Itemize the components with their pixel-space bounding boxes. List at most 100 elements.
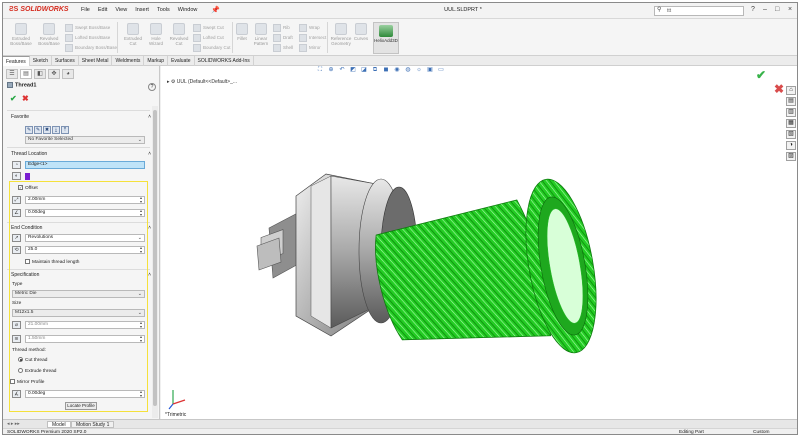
add-favorite-icon[interactable]: ✎ [25, 126, 33, 134]
fillet-button[interactable]: Fillet [235, 23, 249, 41]
delete-favorite-icon[interactable]: ✖ [43, 126, 51, 134]
view-orientation-label: *Trimetric [165, 412, 187, 418]
hole-wizard-button[interactable]: Hole Wizard [146, 23, 166, 46]
thread-location-header[interactable]: Thread Location ˄ [11, 151, 151, 157]
feature-tree-tab-icon[interactable]: ☰ [6, 69, 18, 79]
tab-addins[interactable]: SOLIDWORKS Add-Ins [195, 56, 254, 66]
favorite-select[interactable]: No Favorite Selected ⌄ [25, 136, 145, 144]
cmd-label: Linear Pattern [253, 36, 269, 46]
curves-button[interactable]: Curves [353, 23, 369, 41]
cmd-label: Curves [353, 36, 369, 41]
shell-button[interactable]: Shell [273, 44, 293, 52]
minimize-button[interactable]: – [763, 6, 767, 13]
graphics-area[interactable]: ⛶ ⊕ ↶ ◩ ◪ ⧉ ◼ ◉ ◍ ☼ ▣ ▭ ▸ ⚙ UUL (Default… [161, 66, 798, 419]
extruded-cut-button[interactable]: Extruded Cut [121, 23, 145, 46]
tab-surfaces[interactable]: Surfaces [52, 56, 79, 66]
menu-file[interactable]: File [81, 7, 90, 13]
tab-weldments[interactable]: Weldments [112, 56, 145, 66]
tab-motion-study[interactable]: Motion Study 1 [71, 421, 115, 428]
thread-icon [7, 82, 13, 88]
appearance-tab-icon[interactable]: ◕ [62, 69, 74, 79]
help-icon[interactable]: ? [148, 83, 156, 91]
wrap-button[interactable]: Wrap [299, 24, 320, 32]
tab-sketch[interactable]: Sketch [30, 56, 53, 66]
cmd-label: Revolved Boss/Base [38, 36, 60, 46]
mirror-button[interactable]: Mirror [299, 44, 321, 52]
panel-tabs: ☰ ▤ ◧ ✥ ◕ [6, 69, 74, 79]
linear-pattern-button[interactable]: Linear Pattern [250, 23, 272, 46]
version-text: SOLIDWORKS Premium 2020 SP2.0 [7, 430, 87, 435]
collapse-icon: ˄ [148, 225, 151, 231]
tab-features[interactable]: Features [3, 56, 30, 66]
maximize-button[interactable]: □ [775, 6, 779, 13]
menu-tools[interactable]: Tools [157, 7, 170, 13]
tab-navigation-icon[interactable]: ◂ ▸ ▸▸ [7, 421, 20, 427]
panel-scrollbar[interactable] [152, 106, 158, 418]
helix-icon [379, 25, 393, 37]
reference-geometry-button[interactable]: Reference Geometry [330, 23, 352, 46]
highlight-box [9, 181, 148, 412]
boundary-boss-button[interactable]: Boundary Boss/Base [65, 44, 117, 52]
divider [7, 110, 150, 111]
section-title: Favorite [11, 114, 30, 120]
collapse-icon: ˄ [148, 151, 151, 157]
help-icon[interactable]: ? [751, 6, 755, 13]
revolved-boss-button[interactable]: Revolved Boss/Base [36, 23, 62, 46]
cmd-label: Extruded Cut [123, 36, 142, 46]
brand-text: SOLIDWORKS [20, 6, 69, 13]
menu-window[interactable]: Window [178, 7, 198, 13]
dimxpert-tab-icon[interactable]: ✥ [48, 69, 60, 79]
command-tabs: Features Sketch Surfaces Sheet Metal Wel… [3, 56, 797, 66]
start-face-selection-field[interactable] [25, 173, 30, 180]
cmd-label: Reference Geometry [330, 36, 352, 46]
property-manager-tab-icon[interactable]: ▤ [20, 69, 32, 79]
hole-icon [150, 23, 162, 35]
revolved-cut-button[interactable]: Revolved Cut [167, 23, 191, 46]
menu-edit[interactable]: Edit [98, 7, 107, 13]
cut-revolve-icon [173, 23, 185, 35]
scrollbar-thumb[interactable] [153, 110, 157, 406]
search-icon: ⚲ [657, 7, 662, 13]
units-selector[interactable]: Custom [753, 430, 770, 434]
edge-selection-field[interactable]: Edge<1> [25, 161, 145, 169]
extrude-icon [15, 23, 27, 35]
helixadd-button[interactable]: HelixAdd3D [373, 22, 399, 54]
chevron-down-icon: ⌄ [137, 137, 142, 143]
search-input[interactable]: ⚲ ttt [654, 6, 744, 16]
feature-title-text: Thread1 [15, 82, 37, 89]
cancel-x-icon[interactable]: ✖ [22, 94, 29, 103]
configuration-tab-icon[interactable]: ◧ [34, 69, 46, 79]
swept-boss-button[interactable]: Swept Boss/Base [65, 24, 110, 32]
menu-view[interactable]: View [115, 7, 127, 13]
feature-title: Thread1 [7, 82, 36, 88]
tab-evaluate[interactable]: Evaluate [168, 56, 195, 66]
intersect-button[interactable]: Intersect [299, 34, 326, 42]
swept-cut-button[interactable]: Swept Cut [193, 24, 224, 32]
status-bar: SOLIDWORKS Premium 2020 SP2.0 Editing Pa… [3, 428, 797, 435]
ok-check-icon[interactable]: ✔ [10, 94, 17, 103]
bottom-tab-bar: ◂ ▸ ▸▸ Model Motion Study 1 [3, 419, 797, 428]
extruded-boss-button[interactable]: Extruded Boss/Base [8, 23, 34, 46]
cmd-label: Extruded Boss/Base [10, 36, 32, 46]
tab-markup[interactable]: Markup [144, 56, 169, 66]
lofted-cut-button[interactable]: Lofted Cut [193, 34, 224, 42]
start-face-icon: ◐ [12, 172, 21, 180]
load-favorite-icon[interactable]: ⤒ [61, 126, 69, 134]
part-model[interactable] [161, 66, 798, 419]
curve-icon [355, 23, 367, 35]
favorite-section-header[interactable]: Favorite ˄ [11, 114, 151, 120]
rib-button[interactable]: Rib [273, 24, 290, 32]
update-favorite-icon[interactable]: ✎ [34, 126, 42, 134]
document-title: UUL.SLDPRT * [444, 7, 482, 13]
draft-button[interactable]: Draft [273, 34, 293, 42]
pin-icon[interactable]: 📌 [211, 6, 220, 14]
boundary-cut-button[interactable]: Boundary Cut [193, 44, 231, 52]
select-value: No Favorite Selected [28, 137, 73, 142]
menu-insert[interactable]: Insert [135, 7, 149, 13]
tab-model[interactable]: Model [47, 421, 71, 428]
lofted-boss-button[interactable]: Lofted Boss/Base [65, 34, 110, 42]
close-button[interactable]: × [788, 6, 792, 13]
solidworks-logo[interactable]: ƧS SOLIDWORKS [9, 6, 69, 13]
save-favorite-icon[interactable]: ⤓ [52, 126, 60, 134]
tab-sheet-metal[interactable]: Sheet Metal [79, 56, 113, 66]
